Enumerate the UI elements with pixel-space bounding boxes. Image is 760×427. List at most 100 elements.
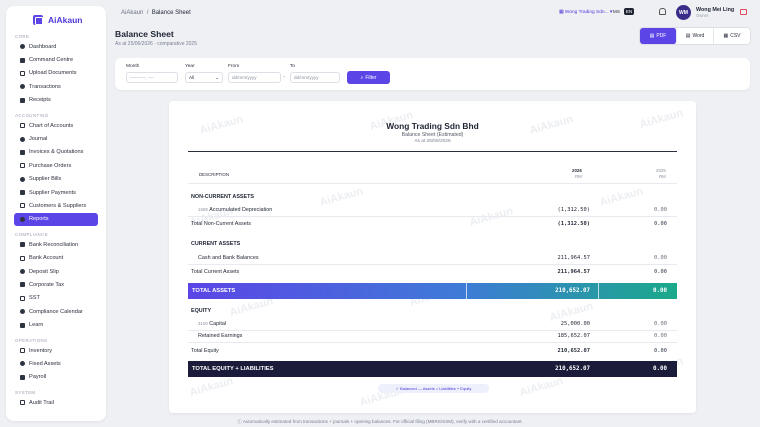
pdf-icon: ▤ xyxy=(649,33,655,39)
bank-account-icon xyxy=(19,255,25,261)
customers-suppliers-icon xyxy=(19,203,25,209)
sidebar-item-dashboard[interactable]: Dashboard xyxy=(6,40,106,53)
account-label: Cash and Bank Balances xyxy=(198,255,259,261)
filter-button[interactable]: ⌕ Filter xyxy=(347,71,390,84)
chevron-down-icon: ⌄ xyxy=(215,75,219,80)
receipts-icon xyxy=(19,97,25,103)
sidebar-item-label: Audit Trail xyxy=(29,399,54,406)
report-date: As at 25/06/2026 xyxy=(414,139,451,144)
watermark-text: AiAkaun xyxy=(318,185,365,209)
sidebar-item-label: Customers & Suppliers xyxy=(29,202,87,209)
building-icon: ▦ xyxy=(559,10,564,15)
total-assets-band: TOTAL ASSETS 210,652.07 0.00 xyxy=(188,283,677,299)
breadcrumb-root[interactable]: AiAkaun xyxy=(121,10,143,16)
reports-icon xyxy=(19,216,25,222)
sidebar-item-label: Journal xyxy=(29,136,48,143)
col-description: DESCRIPTION xyxy=(199,172,230,177)
footnote: ⓘ Automatically estimated from transacti… xyxy=(0,419,760,425)
brand[interactable]: AiAkaun xyxy=(6,6,106,28)
total-equity-liabilities-band: TOTAL EQUITY + LIABILITIES 210,652.07 0.… xyxy=(188,361,677,377)
previous-value: 0.00 xyxy=(654,221,667,227)
sidebar-item-inventory[interactable]: Inventory xyxy=(6,344,106,357)
divider xyxy=(188,264,677,265)
total-assets-current: 210,652.07 xyxy=(555,288,590,294)
nav-list: CORE Dashboard Command Centre Upload Docume… xyxy=(6,34,106,409)
export-pdf-button[interactable]: ▤ PDF xyxy=(640,28,677,44)
purchase-orders-icon xyxy=(19,163,25,169)
year-select[interactable]: All ⌄ xyxy=(185,72,223,83)
sidebar-item-label: Bank Reconciliation xyxy=(29,241,79,248)
lang-en-button[interactable]: EN xyxy=(623,8,635,15)
sidebar-item-receipts[interactable]: Receipts xyxy=(6,94,106,107)
sidebar-item-compliance-calendar[interactable]: Compliance Calendar xyxy=(6,305,106,318)
watermark-text: AiAkaun xyxy=(518,375,565,399)
breadcrumb-separator: / xyxy=(146,10,149,16)
sidebar-item-payroll[interactable]: Payroll xyxy=(6,371,106,384)
total-eq-liab-current: 210,652.07 xyxy=(555,366,590,372)
bell-icon[interactable] xyxy=(659,8,666,15)
header-rule xyxy=(188,151,677,152)
sidebar-item-command-centre[interactable]: Command Centre xyxy=(6,53,106,66)
sidebar-item-transactions[interactable]: Transactions xyxy=(6,80,106,93)
sidebar-item-invoices-quotations[interactable]: Invoices & Quotations xyxy=(6,146,106,159)
sidebar-item-label: Payroll xyxy=(29,374,47,381)
total-assets-previous: 0.00 xyxy=(653,288,667,294)
sidebar-item-upload-documents[interactable]: Upload Documents xyxy=(6,67,106,80)
to-date-input[interactable]: dd/mm/yyyy xyxy=(290,72,340,83)
account-code: 1508 xyxy=(198,207,208,212)
previous-value: 0.00 xyxy=(654,207,667,213)
year-value: All xyxy=(189,75,195,80)
sidebar-item-corporate-tax[interactable]: Corporate Tax xyxy=(6,278,106,291)
sidebar-item-label: Invoices & Quotations xyxy=(29,149,84,156)
col-previous-unit: RM xyxy=(659,174,666,179)
sidebar-item-supplier-payments[interactable]: Supplier Payments xyxy=(6,186,106,199)
sidebar-item-supplier-bills[interactable]: Supplier Bills xyxy=(6,173,106,186)
brand-logo-icon xyxy=(33,15,43,25)
current-value: (1,312.50) xyxy=(557,221,590,227)
sidebar-item-bank-account[interactable]: Bank Account xyxy=(6,251,106,264)
export-csv-button[interactable]: ▦ CSV xyxy=(714,28,750,44)
band-separator xyxy=(466,283,467,299)
current-value: (1,312.50) xyxy=(557,207,590,213)
info-icon: ⓘ xyxy=(237,419,242,424)
divider xyxy=(188,342,677,343)
sidebar-item-deposit-slip[interactable]: Deposit Slip xyxy=(6,265,106,278)
corporate-tax-icon xyxy=(19,282,25,288)
total-eq-liab-label: TOTAL EQUITY + LIABILITIES xyxy=(192,366,274,372)
sidebar-item-label: Compliance Calendar xyxy=(29,308,83,315)
sidebar-item-purchase-orders[interactable]: Purchase Orders xyxy=(6,159,106,172)
month-input[interactable]: ----------, ---- xyxy=(126,72,178,83)
logout-icon[interactable] xyxy=(740,9,747,15)
sidebar-item-audit-trail[interactable]: Audit Trail xyxy=(6,396,106,409)
sidebar-item-customers-suppliers[interactable]: Customers & Suppliers xyxy=(6,199,106,212)
footnote-text: Automatically estimated from transaction… xyxy=(242,419,523,424)
band-separator xyxy=(598,283,599,299)
sidebar-item-chart-of-accounts[interactable]: Chart of Accounts xyxy=(6,119,106,132)
from-date-input[interactable]: dd/mm/yyyy xyxy=(228,72,281,83)
sidebar-item-journal[interactable]: Journal xyxy=(6,132,106,145)
sidebar-item-label: Fixed Assets xyxy=(29,360,61,367)
sidebar-item-reports[interactable]: Reports xyxy=(14,212,98,227)
supplier-bills-icon xyxy=(19,176,25,182)
balanced-badge: ✓ Balanced — Assets = Liabilities + Equi… xyxy=(378,384,489,393)
report-name: Balance Sheet (Estimated) xyxy=(401,132,464,138)
subtotal-label: Total Non-Current Assets xyxy=(191,221,251,227)
sidebar-item-label: Learn xyxy=(29,322,44,329)
company-selector[interactable]: ▦ Wong Trading Sdn... ▾ xyxy=(559,10,612,15)
dashboard-icon xyxy=(19,44,25,50)
table-icon: ▦ xyxy=(723,33,729,39)
avatar[interactable]: WM xyxy=(676,5,691,20)
lang-ms-button[interactable]: MS xyxy=(611,8,622,15)
sidebar-item-bank-reconciliation[interactable]: Bank Reconciliation xyxy=(6,238,106,251)
sidebar-item-fixed-assets[interactable]: Fixed Assets xyxy=(6,357,106,370)
sidebar-item-sst[interactable]: SST xyxy=(6,292,106,305)
current-value: 211,964.57 xyxy=(557,269,590,275)
sidebar-item-label: Receipts xyxy=(29,97,51,104)
page-title: Balance Sheet xyxy=(115,29,174,39)
sidebar-item-learn[interactable]: Learn xyxy=(6,318,106,331)
export-pdf-label: PDF xyxy=(656,33,667,39)
export-word-button[interactable]: ▤ Word xyxy=(677,28,714,44)
current-value: 185,652.07 xyxy=(557,333,590,339)
breadcrumb-current: Balance Sheet xyxy=(151,10,191,16)
sidebar-item-label: Transactions xyxy=(29,83,61,90)
